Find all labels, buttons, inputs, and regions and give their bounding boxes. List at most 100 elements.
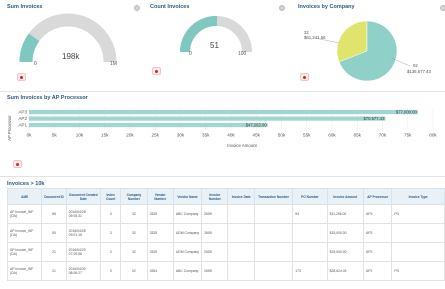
table-cell: 2655 bbox=[201, 223, 229, 243]
company-pie-title: Invoices by Company bbox=[298, 4, 355, 10]
table-cell: 32 bbox=[120, 242, 148, 262]
column-header[interactable]: Vendor Number bbox=[146, 188, 174, 205]
column-header[interactable]: Vendor Name bbox=[172, 188, 203, 205]
table-row[interactable]: AP Invoice_WF (DA) 50 2016/04/28 09:01:15 3… bbox=[6, 223, 445, 243]
column-header[interactable]: Invoice Amount bbox=[326, 188, 365, 205]
table-cell: PO bbox=[391, 261, 445, 281]
column-header[interactable]: PO Number bbox=[292, 188, 328, 205]
bar-ap2[interactable] bbox=[29, 116, 386, 121]
bar-value-label: $47,262.00 bbox=[246, 123, 268, 128]
table-cell: 54 bbox=[292, 204, 328, 224]
table-cell: 3325 bbox=[146, 204, 174, 224]
table-row[interactable]: AP Invoice_WF (DA) 65 2016/04/28 09:05:31 3… bbox=[6, 204, 445, 224]
drill-button[interactable] bbox=[17, 73, 26, 81]
table-cell bbox=[253, 204, 294, 224]
x-tick-label: 0k bbox=[27, 133, 33, 138]
column-header[interactable]: Document Created Date bbox=[65, 188, 102, 205]
table-cell: 3 bbox=[100, 204, 122, 224]
company-pie-chart: 32 $61,241.56 02 $136,577.43 bbox=[304, 20, 432, 82]
column-header[interactable]: AP Processor bbox=[362, 188, 393, 205]
x-tick-label: 15k bbox=[101, 133, 109, 138]
table-cell: 65 bbox=[41, 204, 67, 224]
x-tick-label: 5k bbox=[52, 133, 58, 138]
column-header[interactable]: Transaction Number bbox=[253, 188, 294, 205]
x-tick-label: 10k bbox=[76, 133, 84, 138]
y-axis-label: AP Processor bbox=[7, 115, 12, 141]
table-title: Invoices > 10k bbox=[7, 181, 45, 187]
drill-button[interactable] bbox=[300, 73, 309, 81]
table-cell bbox=[391, 242, 445, 262]
bar-value-label: $77,000.00 bbox=[396, 110, 418, 115]
count-invoices-title: Count Invoices bbox=[150, 4, 190, 10]
divider bbox=[0, 91, 445, 92]
table-cell: 2655 bbox=[201, 204, 229, 224]
column-header[interactable]: Company Number bbox=[120, 188, 148, 205]
table-cell: AP2 bbox=[362, 223, 393, 243]
pie-label-32-value: $61,241.56 bbox=[304, 35, 326, 40]
x-tick-label: 45k bbox=[253, 133, 261, 138]
gear-icon[interactable] bbox=[440, 5, 445, 11]
table-cell: $28,624.04 bbox=[326, 261, 365, 281]
table-cell: 2016/04/29 07:09:58 bbox=[65, 242, 102, 262]
ap-processor-title: Sum Invoices by AP Processor bbox=[7, 95, 88, 101]
drill-button[interactable] bbox=[13, 160, 22, 168]
sum-gauge-fill bbox=[19, 33, 40, 63]
sum-invoices-max: 1M bbox=[110, 61, 117, 67]
table-row[interactable]: AP Invoice_WF (DA) 21 2016/04/29 07:09:58 3… bbox=[6, 242, 445, 262]
x-tick-label: 80k bbox=[429, 133, 437, 138]
x-tick-label: 50k bbox=[278, 133, 286, 138]
table-cell bbox=[253, 261, 294, 281]
table-cell: 50 bbox=[41, 223, 67, 243]
x-tick-label: 30k bbox=[177, 133, 185, 138]
x-tick-label: 35k bbox=[202, 133, 210, 138]
x-tick-label: 40k bbox=[227, 133, 235, 138]
table-cell: AP Invoice_WF (DA) bbox=[6, 261, 43, 281]
x-tick-label: 20k bbox=[126, 133, 134, 138]
pie-label-02: 02 bbox=[413, 63, 418, 68]
sum-invoices-value: 198k bbox=[62, 52, 80, 61]
table-cell: 2016/04/30 08:08:27 bbox=[65, 261, 102, 281]
table-cell: 2016/04/28 09:05:31 bbox=[65, 204, 102, 224]
table-cell: 21 bbox=[41, 242, 67, 262]
table-cell: 2655 bbox=[201, 242, 229, 262]
table-cell: 2016/04/28 09:01:15 bbox=[65, 223, 102, 243]
x-tick-label: 25k bbox=[152, 133, 160, 138]
column-header[interactable]: Document ID bbox=[41, 188, 67, 205]
table-cell: PO bbox=[391, 204, 445, 224]
column-header[interactable]: Invoice Date bbox=[227, 188, 255, 205]
gear-icon[interactable] bbox=[279, 5, 285, 11]
divider bbox=[0, 176, 445, 177]
table-row[interactable]: AP Invoice_WF (DA) 21 2016/04/30 08:08:27 3… bbox=[6, 261, 445, 281]
table-cell: AP Invoice_WF (DA) bbox=[6, 204, 43, 224]
x-axis-label: Invoice Amount bbox=[227, 143, 257, 148]
y-tick-label: AP3 bbox=[18, 110, 27, 115]
column-header[interactable]: Invoice Type bbox=[391, 188, 445, 205]
column-header[interactable]: AME bbox=[6, 188, 43, 205]
table-cell: AP2 bbox=[362, 242, 393, 262]
drill-button[interactable] bbox=[152, 67, 161, 75]
table-cell: 3325 bbox=[146, 242, 174, 262]
x-tick-label: 70k bbox=[379, 133, 387, 138]
column-header[interactable]: Index Count bbox=[100, 188, 122, 205]
table-cell: ABC Company bbox=[172, 204, 203, 224]
column-header[interactable]: Invoice Number bbox=[201, 188, 229, 205]
invoices-table: AME Document ID Document Created Date Index… bbox=[6, 188, 445, 281]
table-header-row: AME Document ID Document Created Date Index… bbox=[6, 188, 445, 205]
count-invoices-max: 100 bbox=[238, 51, 247, 57]
pie-label-02-value: $136,577.43 bbox=[407, 69, 432, 74]
table-cell bbox=[391, 223, 445, 243]
count-invoices-value: 51 bbox=[210, 41, 219, 50]
bar-ap3[interactable] bbox=[29, 110, 418, 115]
table-cell: 173 bbox=[292, 261, 328, 281]
table-cell: ABC Company bbox=[172, 261, 203, 281]
table-cell: 3 bbox=[100, 261, 122, 281]
table-cell: 21 bbox=[41, 261, 67, 281]
x-tick-label: 75k bbox=[404, 133, 412, 138]
table-cell: UDM Company bbox=[172, 242, 203, 262]
y-tick-label: AP2 bbox=[18, 116, 27, 121]
table-cell: AP Invoice_WF (DA) bbox=[6, 242, 43, 262]
y-tick-label: AP1 bbox=[18, 123, 27, 128]
table-cell bbox=[227, 204, 255, 224]
table-cell bbox=[227, 223, 255, 243]
bar-ap1[interactable] bbox=[29, 123, 268, 128]
